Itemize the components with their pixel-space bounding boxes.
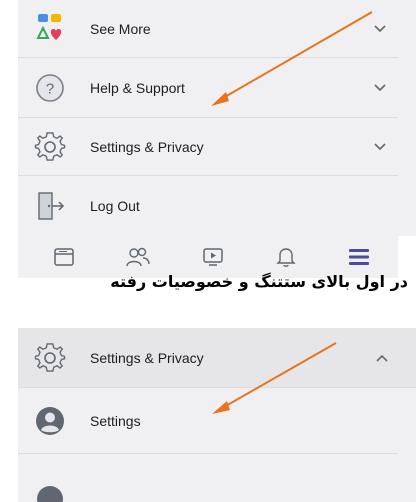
gear-icon	[32, 340, 68, 376]
menu-item-settings-privacy[interactable]: Settings & Privacy	[18, 118, 398, 176]
chevron-down-icon[interactable]	[372, 21, 388, 37]
feed-icon[interactable]	[52, 245, 76, 269]
menu-item-label: Settings & Privacy	[90, 138, 204, 155]
question-circle-icon: ?	[32, 70, 68, 106]
chevron-down-icon[interactable]	[372, 80, 388, 96]
instruction-caption: در اول بالای ستتنگ و خصوصیات رفته	[110, 272, 408, 291]
menu-item-help-support[interactable]: ? Help & Support	[18, 58, 398, 118]
menu-icon[interactable]	[347, 245, 371, 269]
menu-item-see-more[interactable]: See More	[18, 0, 398, 58]
gear-icon	[32, 129, 68, 165]
svg-text:?: ?	[46, 80, 54, 97]
partial-menu-icon	[35, 484, 65, 502]
menu-item-label: Help & Support	[90, 79, 185, 96]
door-icon	[32, 188, 68, 224]
watch-icon[interactable]	[201, 245, 225, 269]
menu-item-label: See More	[90, 20, 151, 37]
friends-icon[interactable]	[126, 245, 150, 269]
bell-icon[interactable]	[274, 245, 298, 269]
menu-item-label: Settings	[90, 412, 141, 429]
user-circle-icon	[32, 403, 68, 439]
menu-item-log-out[interactable]: Log Out	[18, 176, 398, 236]
chevron-up-icon[interactable]	[374, 350, 390, 366]
menu-item-settings[interactable]: Settings	[18, 388, 398, 454]
chevron-down-icon[interactable]	[372, 139, 388, 155]
menu-item-label: Log Out	[90, 198, 140, 214]
menu-header-settings-privacy[interactable]: Settings & Privacy	[18, 328, 416, 388]
menu-header-label: Settings & Privacy	[90, 349, 204, 366]
see-more-icon	[32, 11, 68, 47]
